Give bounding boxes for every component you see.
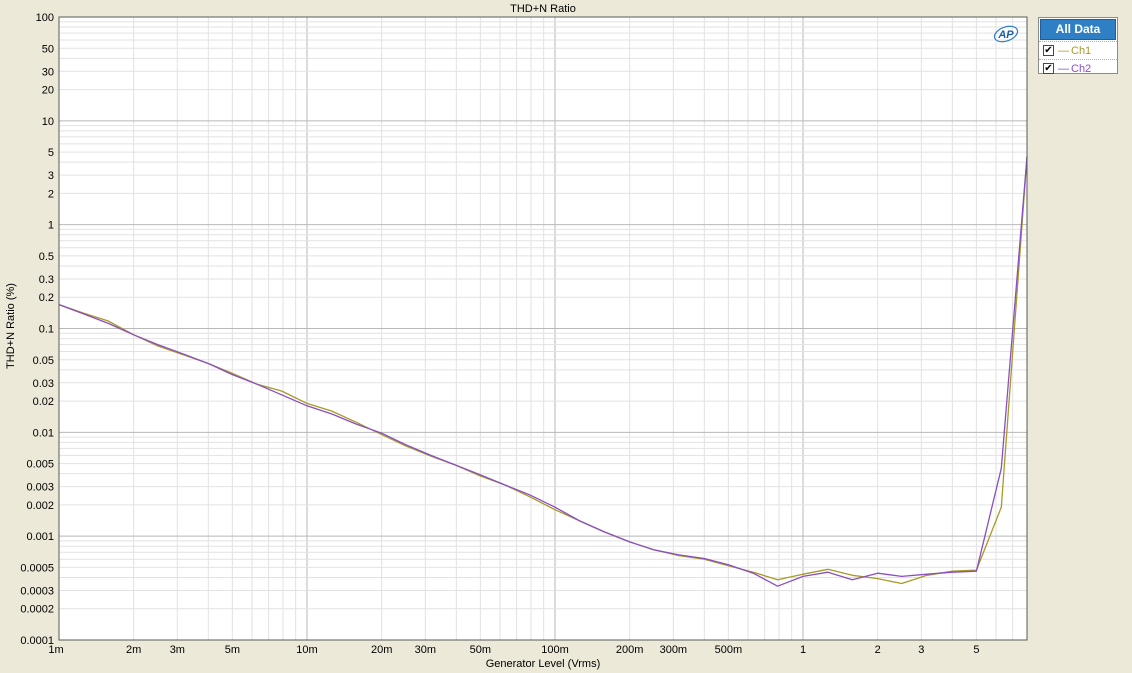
x-tick-label: 500m: [715, 644, 743, 656]
y-tick-label: 0.05: [33, 355, 54, 367]
legend-header[interactable]: All Data: [1040, 19, 1116, 40]
y-tick-label: 0.01: [33, 427, 54, 439]
y-tick-label: 0.003: [26, 482, 54, 494]
x-tick-label: 30m: [415, 644, 436, 656]
x-tick-label: 1: [800, 644, 806, 656]
y-tick-label: 10: [42, 116, 54, 128]
y-tick-labels: 100 50 30 20 10 5 3 2 1 0.5 0.3 0.2 0.1 0.05 0.03 0.02 0…: [20, 12, 54, 647]
chart-title: THD+N Ratio: [510, 3, 576, 15]
y-tick-label: 0.0001: [20, 635, 54, 647]
y-tick-label: 0.5: [39, 251, 54, 263]
y-tick-label: 5: [48, 147, 54, 159]
legend-panel: All Data ✔ — Ch1 ✔ — Ch2: [1038, 17, 1118, 77]
x-tick-label: 2: [875, 644, 881, 656]
thdn-chart: 1m 2m 3m 5m 10m 20m 30m 50m 100m 200m 300m 500m 1 2 3 5…: [5, 3, 1028, 670]
y-tick-label: 0.0003: [20, 585, 54, 597]
x-tick-label: 10m: [296, 644, 317, 656]
legend-label-ch1: Ch1: [1071, 44, 1092, 57]
y-tick-label: 1: [48, 220, 54, 232]
y-axis-label: THD+N Ratio (%): [5, 283, 17, 369]
legend-item-ch1[interactable]: ✔ — Ch1: [1039, 41, 1117, 59]
x-tick-label: 3m: [170, 644, 185, 656]
y-tick-label: 2: [48, 188, 54, 200]
x-tick-label: 5: [973, 644, 979, 656]
y-tick-label: 0.0002: [20, 604, 54, 616]
x-tick-label: 2m: [126, 644, 141, 656]
y-tick-label: 0.2: [39, 292, 54, 304]
y-tick-label: 0.005: [26, 459, 54, 471]
legend-item-ch2[interactable]: ✔ — Ch2: [1039, 59, 1117, 77]
y-tick-label: 20: [42, 85, 54, 97]
y-tick-label: 0.3: [39, 274, 54, 286]
x-tick-label: 3: [918, 644, 924, 656]
checkbox-ch2[interactable]: ✔: [1043, 63, 1054, 74]
svg-text:AP: AP: [997, 29, 1014, 41]
ch1-line-swatch: —: [1058, 44, 1069, 57]
y-tick-label: 0.002: [26, 500, 54, 512]
y-tick-label: 0.03: [33, 378, 54, 390]
y-tick-label: 0.001: [26, 531, 54, 543]
y-tick-label: 30: [42, 66, 54, 78]
x-tick-labels: 1m 2m 3m 5m 10m 20m 30m 50m 100m 200m 300m 500m 1 2 3 5: [48, 644, 979, 656]
y-tick-label: 0.02: [33, 396, 54, 408]
y-tick-label: 3: [48, 170, 54, 182]
y-tick-label: 0.0005: [20, 562, 54, 574]
x-tick-label: 300m: [660, 644, 688, 656]
y-tick-label: 100: [36, 12, 54, 24]
x-tick-label: 20m: [371, 644, 392, 656]
ch2-line-swatch: —: [1058, 62, 1069, 75]
legend-label-ch2: Ch2: [1071, 62, 1092, 75]
x-tick-label: 50m: [470, 644, 491, 656]
checkbox-ch1[interactable]: ✔: [1043, 45, 1054, 56]
x-axis-label: Generator Level (Vrms): [486, 658, 601, 670]
x-tick-label: 200m: [616, 644, 644, 656]
x-tick-label: 100m: [541, 644, 569, 656]
x-tick-label: 5m: [225, 644, 240, 656]
y-tick-label: 0.1: [39, 324, 54, 336]
y-tick-label: 50: [42, 43, 54, 55]
